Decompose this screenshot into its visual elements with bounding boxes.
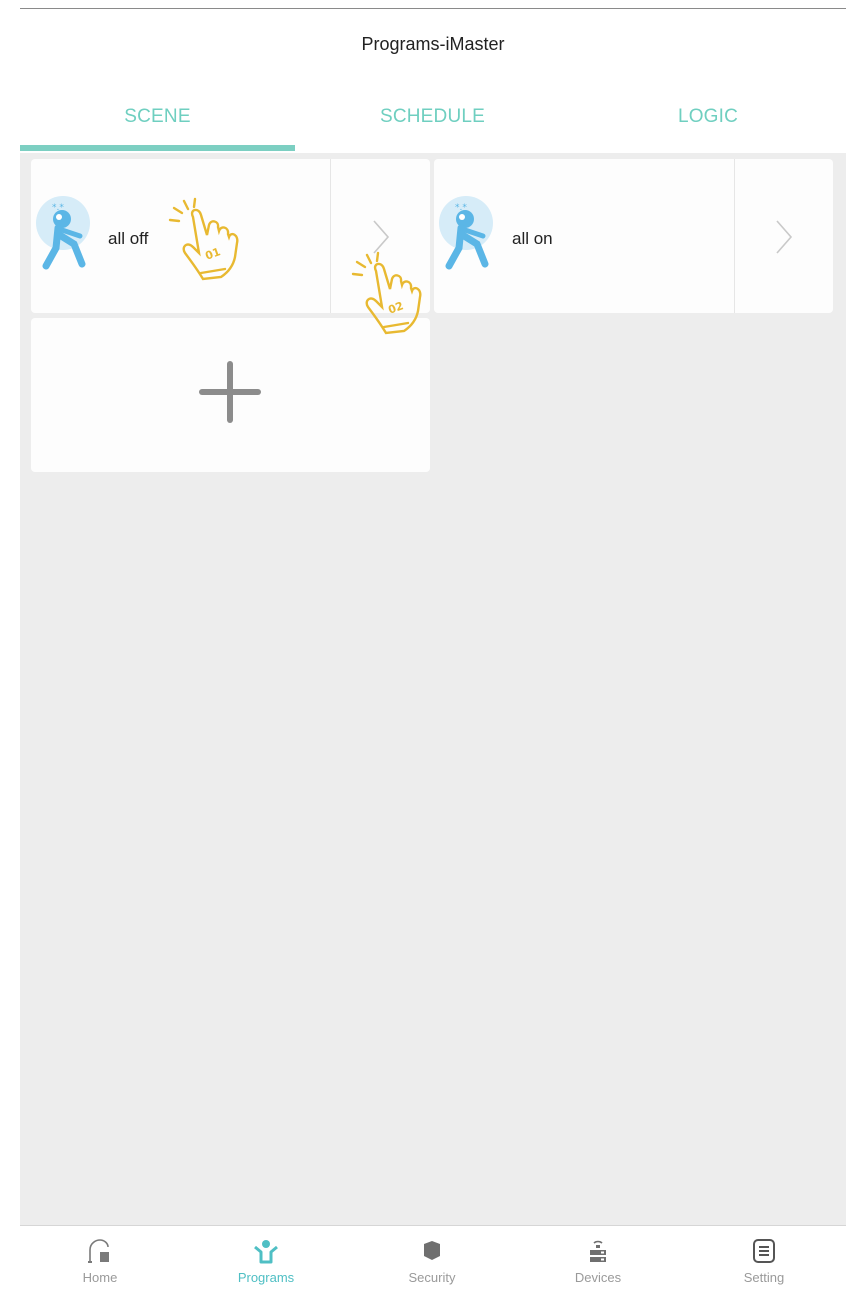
nav-security[interactable]: Security bbox=[352, 1226, 512, 1290]
nav-programs[interactable]: Programs bbox=[186, 1226, 346, 1290]
nav-label-security: Security bbox=[408, 1270, 456, 1285]
scene-name: all off bbox=[108, 229, 149, 248]
top-divider bbox=[20, 8, 846, 9]
chevron-right-icon[interactable] bbox=[774, 219, 794, 255]
bottom-navigation: Home Programs Security Devices Setting bbox=[20, 1225, 846, 1290]
app-screen: Programs-iMaster SCENE SCHEDULE LOGIC *.… bbox=[20, 0, 846, 1290]
nav-label-home: Home bbox=[82, 1270, 118, 1285]
card-divider bbox=[330, 159, 331, 313]
list-icon bbox=[753, 1239, 775, 1263]
tab-logic[interactable]: LOGIC bbox=[570, 98, 846, 148]
tab-scene[interactable]: SCENE bbox=[20, 98, 295, 148]
router-icon bbox=[590, 1240, 606, 1262]
scene-list: *.* all off *.* all on 01 02 bbox=[20, 153, 846, 1225]
add-scene-button[interactable] bbox=[31, 318, 430, 472]
sleeping-person-icon: *.* bbox=[439, 196, 493, 270]
nav-setting[interactable]: Setting bbox=[684, 1226, 844, 1290]
home-icon bbox=[88, 1239, 109, 1263]
page-title: Programs-iMaster bbox=[361, 34, 505, 54]
active-tab-indicator bbox=[20, 145, 295, 151]
nav-label-setting: Setting bbox=[743, 1270, 785, 1285]
scene-name: all on bbox=[512, 229, 553, 248]
nav-home[interactable]: Home bbox=[20, 1226, 180, 1290]
chevron-right-icon[interactable] bbox=[371, 219, 391, 255]
tab-schedule[interactable]: SCHEDULE bbox=[295, 98, 570, 148]
scene-card-all-on[interactable]: *.* all on bbox=[434, 159, 833, 313]
programs-icon bbox=[254, 1240, 278, 1264]
sleeping-person-icon: *.* bbox=[36, 196, 90, 270]
nav-devices[interactable]: Devices bbox=[518, 1226, 678, 1290]
card-divider bbox=[734, 159, 735, 313]
nav-label-devices: Devices bbox=[574, 1270, 622, 1285]
shield-icon bbox=[424, 1241, 440, 1260]
scene-card-all-off[interactable]: *.* all off bbox=[31, 159, 430, 313]
nav-label-programs: Programs bbox=[237, 1270, 295, 1285]
tab-bar: SCENE SCHEDULE LOGIC bbox=[20, 98, 846, 153]
plus-icon bbox=[199, 361, 261, 423]
